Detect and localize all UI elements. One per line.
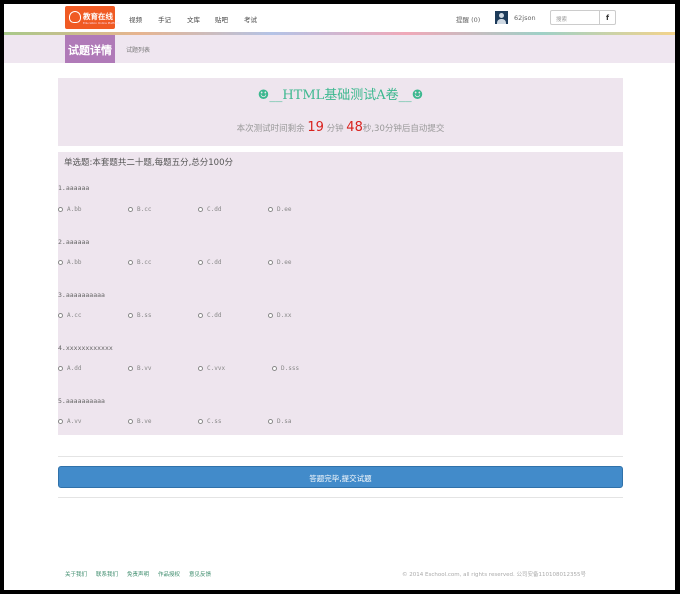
- radio-icon[interactable]: [198, 207, 203, 212]
- footer-link-license[interactable]: 作品授权: [158, 570, 180, 578]
- nav-library[interactable]: 文库: [187, 14, 200, 24]
- option-radio[interactable]: B.ss: [128, 312, 151, 319]
- radio-icon[interactable]: [128, 419, 133, 424]
- option-radio[interactable]: D.ee: [268, 259, 291, 266]
- radio-icon[interactable]: [58, 366, 63, 371]
- radio-icon[interactable]: [198, 260, 203, 265]
- submit-button[interactable]: 答题完毕,提交试题: [58, 466, 623, 488]
- timer-seconds: 48: [346, 120, 363, 135]
- option-radio[interactable]: A.bb: [58, 206, 81, 213]
- option-radio[interactable]: C.dd: [198, 259, 221, 266]
- option-radio[interactable]: C.ss: [198, 418, 221, 425]
- copyright: © 2014 Eschool.com, all rights reserved.…: [402, 572, 586, 578]
- option-radio[interactable]: B.cc: [128, 259, 151, 266]
- search-icon: f: [606, 14, 610, 22]
- question-panel: 单选题:本套题共二十题,每题五分,总分100分 1.aaaaaa A.bb B.…: [58, 152, 623, 435]
- radio-icon[interactable]: [268, 419, 273, 424]
- search-input[interactable]: 搜索: [550, 10, 600, 25]
- nav-forum[interactable]: 贴吧: [215, 14, 228, 24]
- exam-header: ☻__HTML基础测试A卷__☻ 本次测试时间剩余 19 分钟 48秒,30分钟…: [58, 78, 623, 146]
- option-radio[interactable]: C.dd: [198, 312, 221, 319]
- question-title: 1.aaaaaa: [58, 184, 90, 192]
- radio-icon[interactable]: [268, 260, 273, 265]
- option-radio[interactable]: D.xx: [268, 312, 291, 319]
- radio-icon[interactable]: [198, 419, 203, 424]
- divider: [58, 456, 623, 457]
- logo-icon: [69, 11, 81, 23]
- option-radio[interactable]: A.cc: [58, 312, 81, 319]
- nav-video[interactable]: 视频: [129, 14, 142, 24]
- radio-icon[interactable]: [128, 207, 133, 212]
- option-radio[interactable]: D.sa: [268, 418, 291, 425]
- logo-subtext: Education Online Platform: [83, 21, 120, 25]
- radio-icon[interactable]: [198, 366, 203, 371]
- remind-link[interactable]: 提醒 (0): [456, 14, 480, 24]
- footer-link-disclaimer[interactable]: 免责声明: [127, 570, 149, 578]
- site-logo[interactable]: 教育在线 Education Online Platform: [65, 6, 120, 29]
- radio-icon[interactable]: [58, 313, 63, 318]
- option-radio[interactable]: D.sss: [272, 365, 299, 372]
- option-radio[interactable]: C.vvx: [198, 365, 225, 372]
- option-radio[interactable]: B.vv: [128, 365, 151, 372]
- search-button[interactable]: f: [600, 10, 616, 25]
- top-navbar: 教育在线 Education Online Platform 视频 手记 文库 …: [4, 4, 675, 32]
- question-title: 2.aaaaaa: [58, 238, 90, 246]
- radio-icon[interactable]: [268, 207, 273, 212]
- question-title: 5.aaaaaaaaaa: [58, 397, 105, 405]
- question-title: 4.xxxxxxxxxxxx: [58, 344, 113, 352]
- radio-icon[interactable]: [268, 313, 273, 318]
- option-radio[interactable]: D.ee: [268, 206, 291, 213]
- footer-link-contact[interactable]: 联系我们: [96, 570, 118, 578]
- radio-icon[interactable]: [272, 366, 277, 371]
- radio-icon[interactable]: [198, 313, 203, 318]
- footer-link-feedback[interactable]: 意见反馈: [189, 570, 211, 578]
- timer-minutes: 19: [307, 120, 324, 135]
- option-radio[interactable]: B.cc: [128, 206, 151, 213]
- option-radio[interactable]: C.dd: [198, 206, 221, 213]
- radio-icon[interactable]: [128, 260, 133, 265]
- question-list-link[interactable]: 试题列表: [126, 45, 150, 54]
- question-title: 3.aaaaaaaaaa: [58, 291, 105, 299]
- radio-icon[interactable]: [58, 207, 63, 212]
- username-link[interactable]: 62json: [514, 14, 536, 22]
- avatar-body: [497, 19, 506, 24]
- footer-link-about[interactable]: 关于我们: [65, 570, 87, 578]
- radio-icon[interactable]: [58, 419, 63, 424]
- divider: [58, 497, 623, 498]
- timer-suffix: 秒,30分钟后自动提交: [362, 124, 445, 134]
- exam-title: ☻__HTML基础测试A卷__☻: [257, 88, 424, 103]
- option-radio[interactable]: A.dd: [58, 365, 81, 372]
- nav-exam[interactable]: 考试: [244, 14, 257, 24]
- page: 教育在线 Education Online Platform 视频 手记 文库 …: [4, 4, 675, 590]
- option-radio[interactable]: A.bb: [58, 259, 81, 266]
- option-radio[interactable]: A.vv: [58, 418, 81, 425]
- radio-icon[interactable]: [128, 313, 133, 318]
- option-radio[interactable]: B.ve: [128, 418, 151, 425]
- radio-icon[interactable]: [128, 366, 133, 371]
- radio-icon[interactable]: [58, 260, 63, 265]
- question-intro: 单选题:本套题共二十题,每题五分,总分100分: [64, 158, 233, 168]
- avatar[interactable]: [495, 11, 508, 24]
- nav-notes[interactable]: 手记: [158, 14, 171, 24]
- page-title: 试题详情: [65, 35, 115, 63]
- exam-timer: 本次测试时间剩余 19 分钟 48秒,30分钟后自动提交: [58, 120, 623, 135]
- timer-min-label: 分钟: [326, 124, 344, 134]
- avatar-head: [499, 13, 504, 18]
- timer-prefix: 本次测试时间剩余: [236, 124, 305, 134]
